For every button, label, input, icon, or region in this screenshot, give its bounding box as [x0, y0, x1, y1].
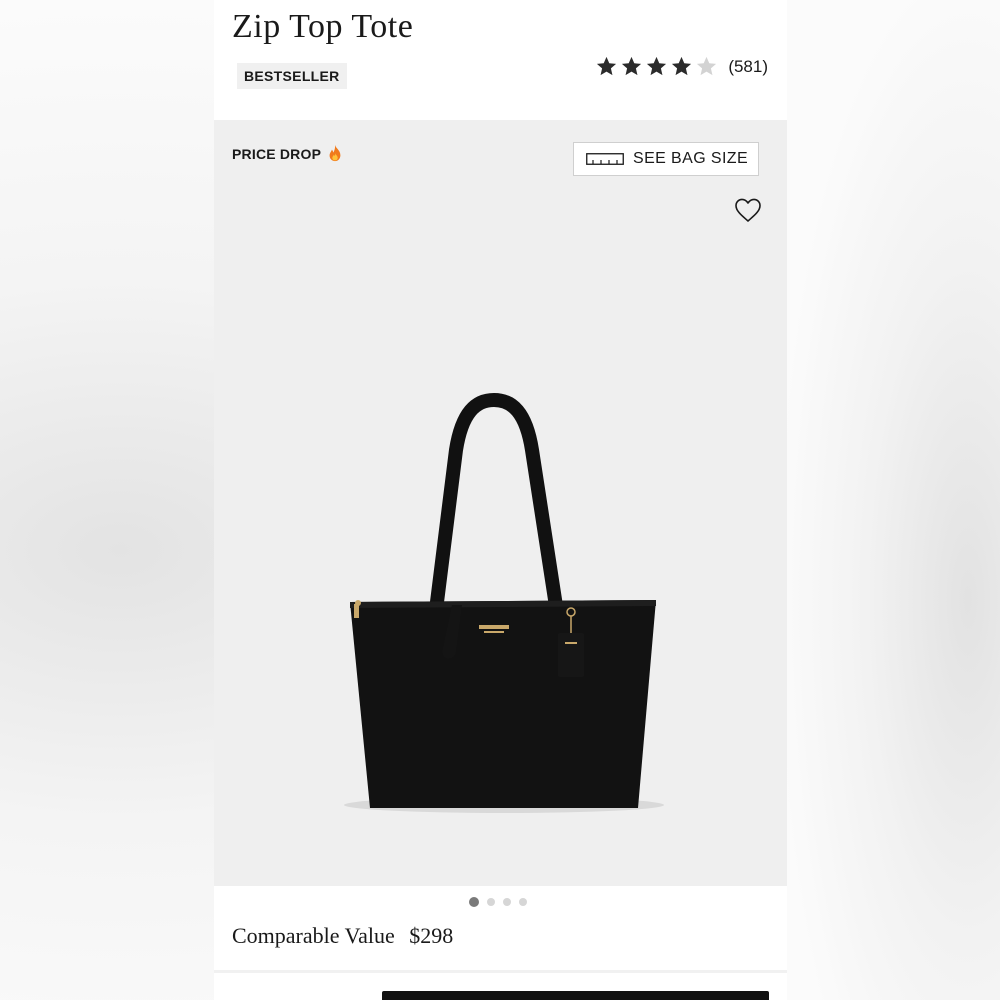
review-count[interactable]: (581) [728, 57, 768, 77]
comparable-value-label: Comparable Value [232, 923, 395, 948]
price-drop-text: PRICE DROP [232, 146, 321, 162]
product-title: Zip Top Tote [232, 8, 414, 45]
page-backdrop-right [787, 0, 1000, 1000]
add-to-bag-button[interactable] [382, 991, 769, 1000]
product-gallery[interactable]: PRICE DROP SEE BAG SIZE [214, 120, 787, 886]
carousel-dot[interactable] [468, 897, 479, 907]
comparable-value-price: $298 [409, 923, 454, 948]
carousel-dot[interactable] [518, 898, 527, 906]
star-icon [622, 56, 642, 76]
price-drop-label: PRICE DROP [232, 144, 343, 162]
bestseller-badge: BESTSELLER [237, 63, 347, 89]
product-rating[interactable]: (581) [595, 55, 768, 78]
heart-icon[interactable] [734, 197, 762, 223]
section-divider [214, 970, 787, 973]
ruler-icon [586, 153, 624, 165]
product-image [344, 392, 664, 813]
star-icon [647, 56, 667, 76]
carousel-dot[interactable] [502, 898, 511, 906]
star-icon [597, 56, 617, 76]
star-empty-icon [697, 56, 717, 76]
star-icon [672, 56, 692, 76]
fire-icon [329, 144, 341, 162]
carousel-dots [214, 896, 784, 908]
carousel-dot[interactable] [486, 898, 495, 906]
comparable-value: Comparable Value $298 [232, 923, 453, 949]
product-screen: Zip Top Tote BESTSELLER (581) PRICE DROP [214, 0, 787, 1000]
see-bag-size-button[interactable]: SEE BAG SIZE [573, 142, 759, 176]
see-bag-size-label: SEE BAG SIZE [633, 150, 749, 167]
